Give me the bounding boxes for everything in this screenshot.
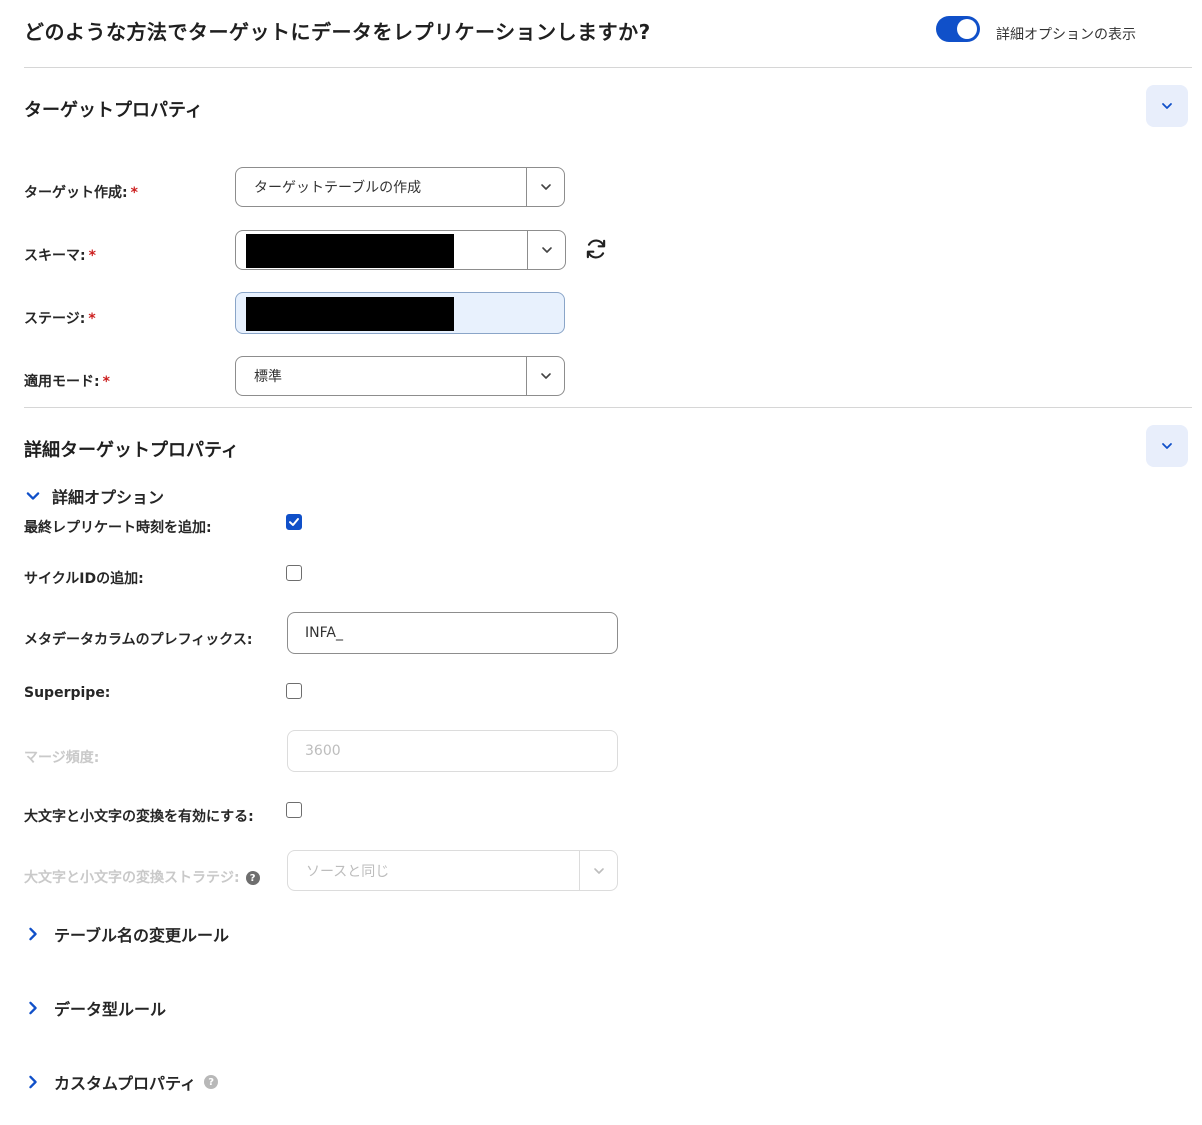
superpipe-label: Superpipe:: [24, 685, 111, 701]
merge-frequency-input[interactable]: 3600: [287, 730, 618, 772]
advanced-options-expander[interactable]: 詳細オプション: [24, 484, 164, 508]
redacted-stage-value: [246, 297, 454, 331]
stage-label: ステージ: *: [24, 311, 96, 327]
enable-case-conversion-checkbox[interactable]: [286, 802, 302, 818]
case-conversion-strategy-value: ソースと同じ: [306, 863, 390, 880]
schema-label: スキーマ: *: [24, 248, 96, 264]
chevron-down-icon: [1162, 103, 1172, 109]
enable-case-conversion-label: 大文字と小文字の変換を有効にする:: [24, 809, 254, 825]
apply-mode-select[interactable]: 標準: [235, 356, 565, 396]
section-divider: [24, 407, 1192, 408]
add-cycle-id-label: サイクルIDの追加:: [24, 571, 144, 587]
target-properties-title: ターゲットプロパティ: [24, 100, 203, 121]
advanced-target-properties-title: 詳細ターゲットプロパティ: [24, 440, 239, 461]
add-cycle-id-checkbox[interactable]: [286, 565, 302, 581]
chevron-down-icon: [541, 247, 552, 253]
custom-properties-label: カスタムプロパティ: [54, 1074, 197, 1093]
chevron-right-icon: [29, 927, 37, 941]
target-create-label: ターゲット作成: *: [24, 185, 138, 201]
chevron-right-icon: [29, 1001, 37, 1015]
merge-frequency-label: マージ頻度:: [24, 750, 100, 766]
required-mark: *: [102, 374, 110, 390]
refresh-schema-button[interactable]: [583, 236, 609, 262]
question-circle-icon[interactable]: ?: [245, 871, 260, 885]
chevron-down-icon: [26, 492, 40, 500]
refresh-icon: [586, 239, 606, 259]
chevron-down-icon: [1162, 443, 1172, 449]
page-title: どのような方法でターゲットにデータをレプリケーションしますか?: [24, 20, 651, 44]
target-create-value: ターゲットテーブルの作成: [254, 180, 422, 196]
required-mark: *: [88, 311, 96, 327]
case-conversion-strategy-label: 大文字と小文字の変換ストラテジ:?: [24, 867, 260, 887]
chevron-right-icon: [29, 1075, 37, 1089]
required-mark: *: [130, 185, 138, 201]
case-conversion-strategy-select[interactable]: ソースと同じ: [287, 850, 618, 891]
custom-properties-expander[interactable]: カスタムプロパティ ?: [24, 1070, 219, 1094]
dropdown-arrow[interactable]: [527, 231, 565, 269]
toggle-knob: [957, 19, 977, 39]
data-type-rules-label: データ型ルール: [54, 1000, 167, 1019]
advanced-options-toggle-label: 詳細オプションの表示: [996, 27, 1136, 43]
redacted-schema-value: [246, 234, 454, 268]
chevron-down-icon: [540, 184, 551, 190]
stage-input[interactable]: [235, 292, 565, 334]
superpipe-checkbox[interactable]: [286, 683, 302, 699]
target-properties-collapse-button[interactable]: [1146, 85, 1188, 127]
schema-select[interactable]: [235, 230, 566, 270]
chevron-down-icon: [540, 373, 551, 379]
dropdown-arrow[interactable]: [526, 357, 564, 395]
table-rename-rules-label: テーブル名の変更ルール: [54, 926, 230, 945]
target-create-select[interactable]: ターゲットテーブルの作成: [235, 167, 565, 207]
data-type-rules-expander[interactable]: データ型ルール: [24, 996, 166, 1020]
header-divider: [24, 67, 1192, 68]
dropdown-arrow[interactable]: [526, 168, 564, 206]
table-rename-rules-expander[interactable]: テーブル名の変更ルール: [24, 922, 229, 946]
advanced-options-toggle[interactable]: [936, 16, 980, 42]
add-last-replicated-time-label: 最終レプリケート時刻を追加:: [24, 520, 212, 536]
metadata-column-prefix-label: メタデータカラムのプレフィックス:: [24, 632, 253, 648]
apply-mode-label: 適用モード: *: [24, 374, 110, 390]
advanced-options-label: 詳細オプション: [52, 488, 165, 507]
question-circle-icon[interactable]: ?: [204, 1075, 219, 1089]
advanced-target-properties-collapse-button[interactable]: [1146, 425, 1188, 467]
add-last-replicated-time-checkbox[interactable]: [286, 514, 302, 530]
chevron-down-icon: [593, 867, 604, 874]
apply-mode-value: 標準: [254, 369, 282, 385]
dropdown-arrow[interactable]: [579, 851, 617, 890]
metadata-column-prefix-input[interactable]: INFA_: [287, 612, 618, 654]
checkmark-icon: [289, 518, 299, 526]
required-mark: *: [88, 248, 96, 264]
